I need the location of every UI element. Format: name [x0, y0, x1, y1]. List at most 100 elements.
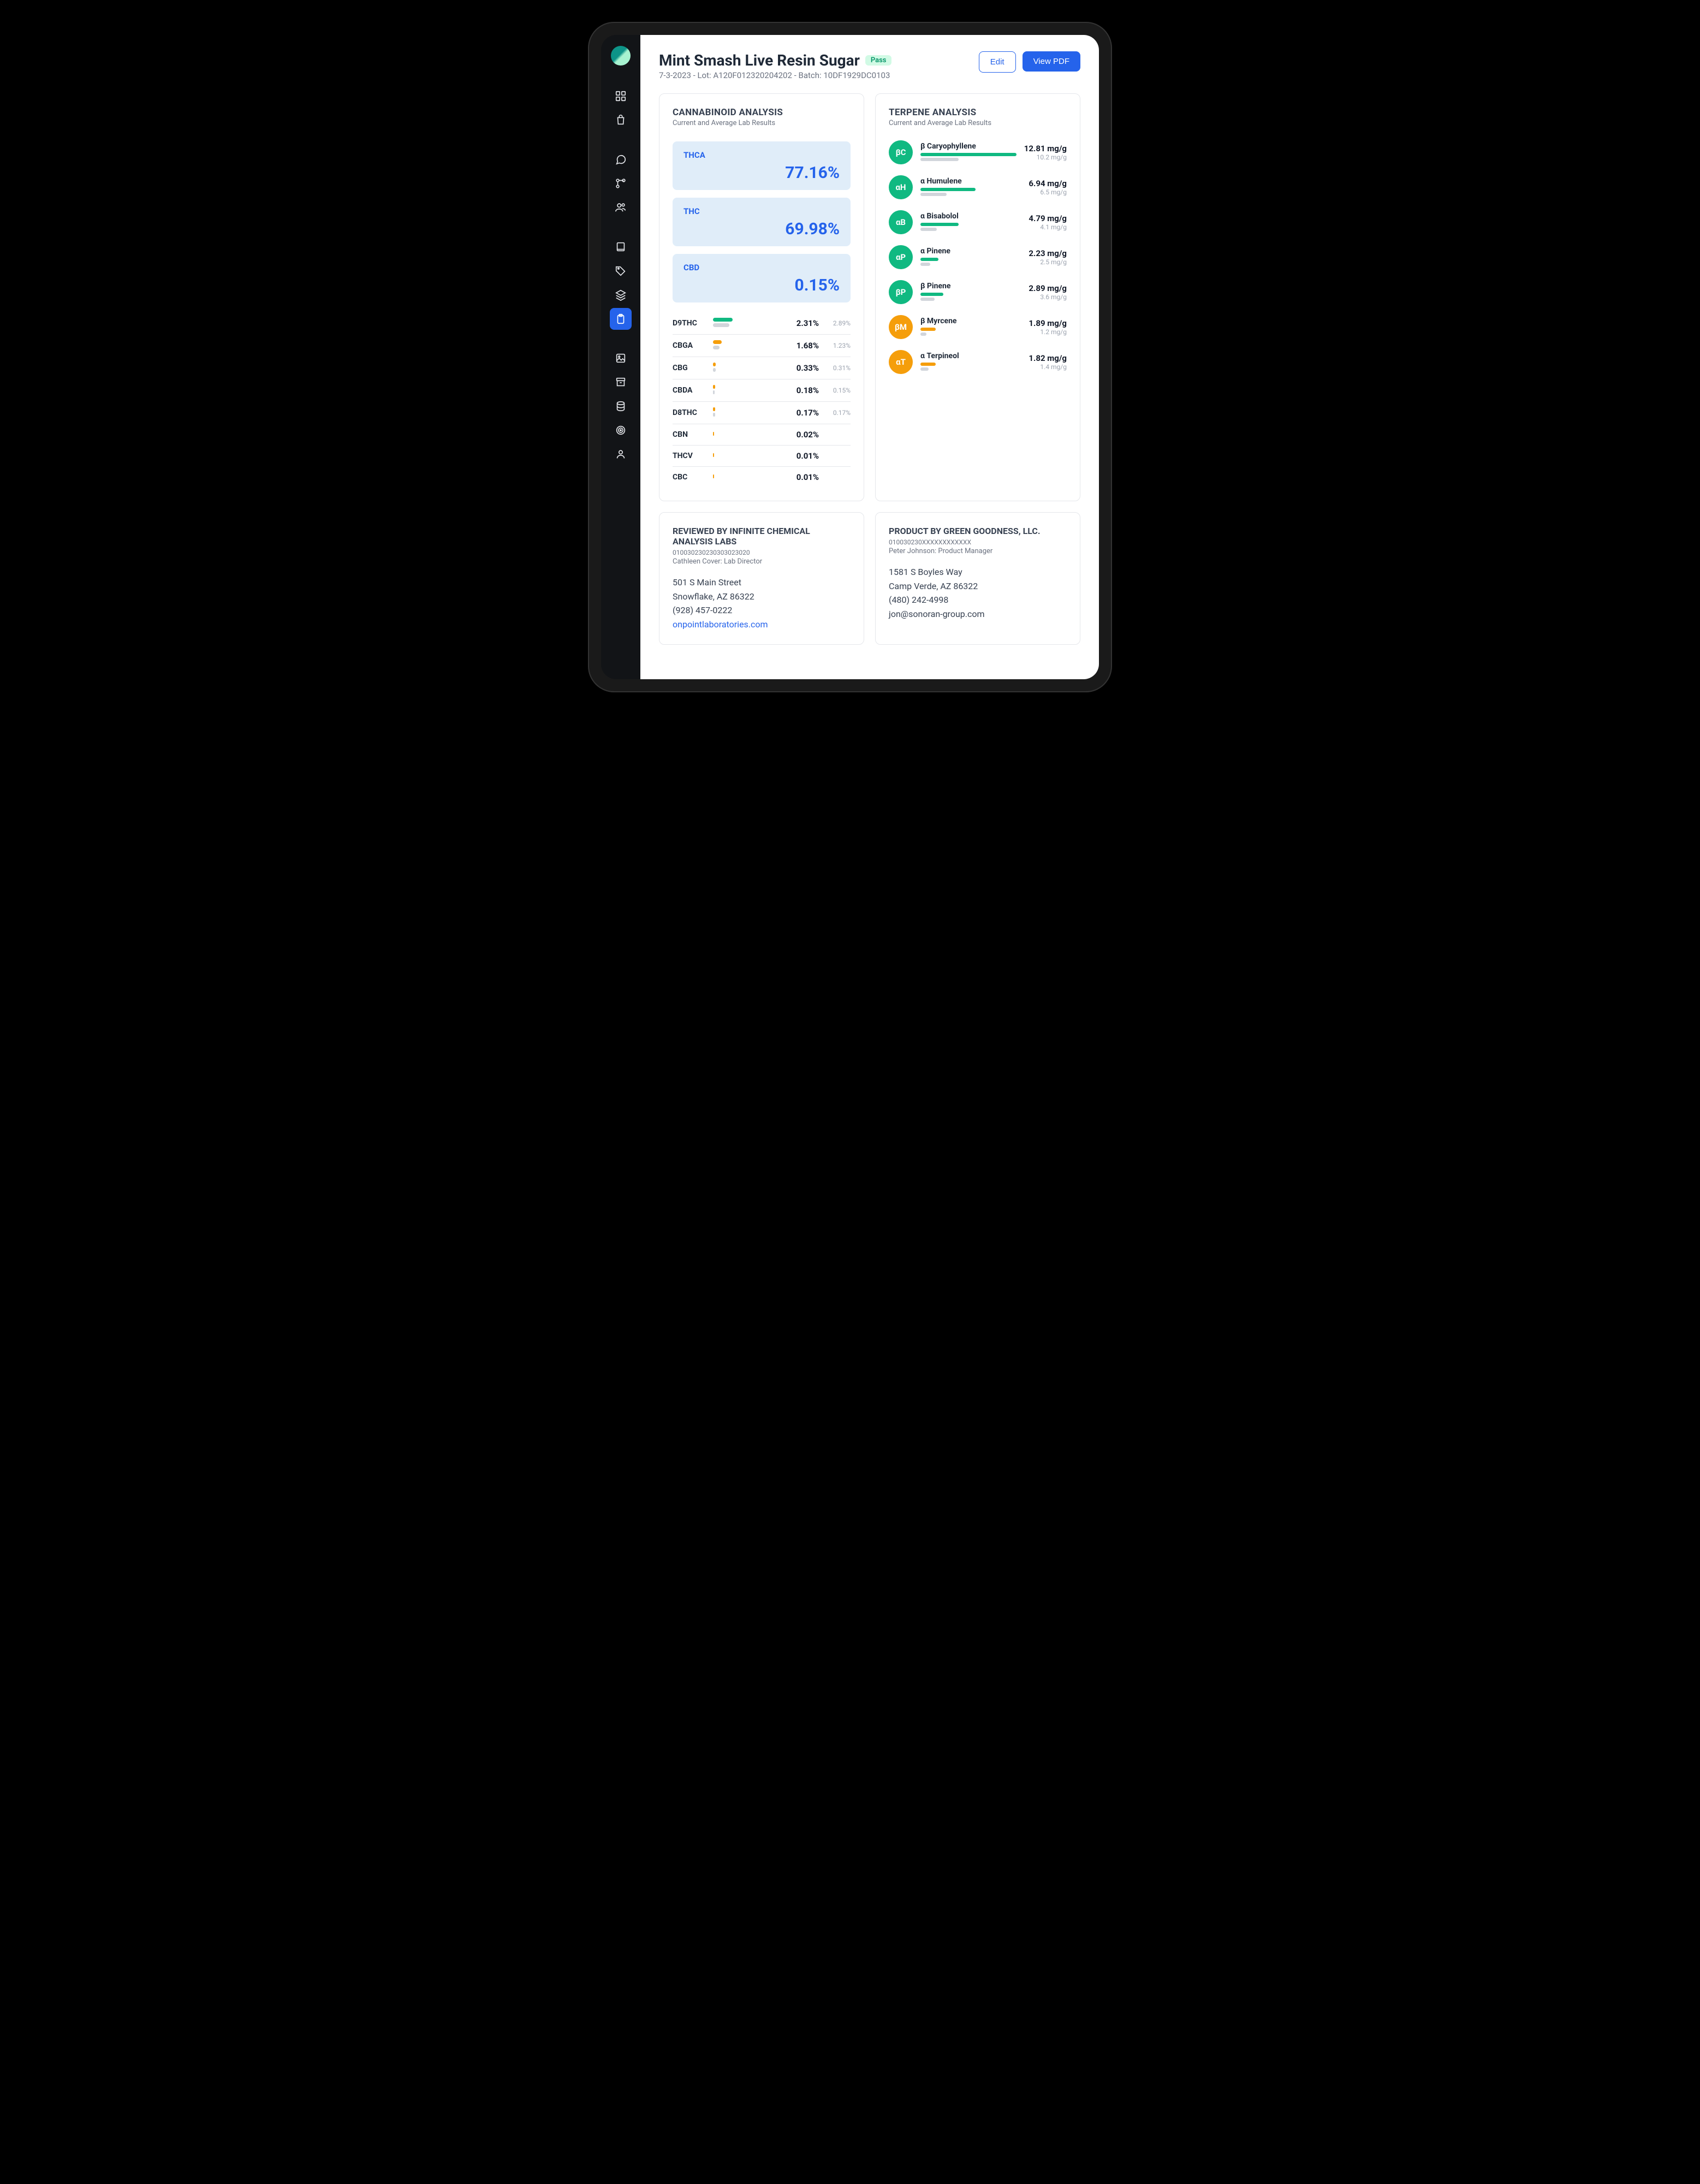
- cannabinoid-row-value: 0.18%: [749, 385, 819, 395]
- users-icon[interactable]: [610, 197, 632, 218]
- terpene-row-name: β Pinene: [920, 282, 1021, 290]
- nav-group-4: [610, 347, 632, 465]
- target-icon[interactable]: [610, 419, 632, 441]
- nav-group-2: [610, 149, 632, 218]
- terpene-row-value: 1.82 mg/g: [1029, 353, 1067, 363]
- app-logo[interactable]: [611, 46, 631, 66]
- primary-cannabinoid-value: 77.16%: [683, 163, 840, 182]
- terpene-row-bars: [920, 153, 1017, 161]
- cannabinoid-row: D9THC2.31%2.89%: [673, 312, 851, 335]
- terpene-row-bars: [920, 363, 1021, 371]
- cannabinoid-row-label: D8THC: [673, 408, 708, 417]
- cannabinoid-panel: CANNABINOID ANALYSIS Current and Average…: [659, 93, 864, 501]
- cannabinoid-row-bars: [713, 407, 744, 418]
- terpene-row: αHα Humulene6.94 mg/g6.5 mg/g: [889, 175, 1067, 199]
- cannabinoid-row-value: 0.01%: [749, 472, 819, 482]
- reviewer-code: 010030230230303023020: [673, 549, 851, 556]
- terpene-row: αPα Pinene2.23 mg/g2.5 mg/g: [889, 245, 1067, 269]
- terpene-row-name: β Myrcene: [920, 317, 1021, 325]
- cannabinoid-row-bars: [713, 340, 744, 351]
- image-icon[interactable]: [610, 347, 632, 369]
- terpene-panel: TERPENE ANALYSIS Current and Average Lab…: [875, 93, 1080, 501]
- terpene-row-avg: 2.5 mg/g: [1029, 258, 1067, 266]
- cannabinoid-row-avg: 0.15%: [824, 387, 851, 394]
- terpene-row-value: 6.94 mg/g: [1029, 179, 1067, 188]
- primary-cannabinoid-label: THCA: [683, 150, 840, 160]
- terpene-row: βP β Pinene 2.89 mg/g3.6 mg/g: [889, 280, 1067, 304]
- terpene-row: αBα Bisabolol4.79 mg/g4.1 mg/g: [889, 210, 1067, 234]
- primary-cannabinoid-card: CBD0.15%: [673, 254, 851, 302]
- layers-icon[interactable]: [610, 284, 632, 306]
- cannabinoid-title: CANNABINOID ANALYSIS: [673, 107, 851, 118]
- page-title: Mint Smash Live Resin Sugar: [659, 51, 860, 69]
- minor-cannabinoid-rows: D9THC2.31%2.89%CBGA1.68%1.23%CBG0.33%0.3…: [673, 312, 851, 488]
- dashboard-icon[interactable]: [610, 85, 632, 107]
- person-icon[interactable]: [610, 443, 632, 465]
- reviewer-phone: (928) 457-0222: [673, 603, 851, 618]
- terpene-row-name: α Terpineol: [920, 352, 1021, 360]
- terpene-row-value: 2.89 mg/g: [1029, 283, 1067, 293]
- bag-icon[interactable]: [610, 109, 632, 131]
- cannabinoid-row-label: CBDA: [673, 386, 708, 395]
- tag-icon[interactable]: [610, 260, 632, 282]
- terpene-row-avg: 3.6 mg/g: [1029, 293, 1067, 301]
- reviewer-panel: REVIEWED BY INFINITE CHEMICAL ANALYSIS L…: [659, 512, 864, 645]
- producer-person: Peter Johnson: Product Manager: [889, 547, 1067, 555]
- header-meta: 7-3-2023 - Lot: A120F012320204202 - Batc…: [659, 70, 972, 80]
- terpene-row-avg: 10.2 mg/g: [1024, 153, 1067, 161]
- cannabinoid-row-label: THCV: [673, 452, 708, 460]
- cannabinoid-row-value: 2.31%: [749, 318, 819, 328]
- terpene-abbr-icon: αP: [889, 245, 913, 269]
- cannabinoid-row: CBN0.02%: [673, 424, 851, 446]
- terpene-row-name: α Humulene: [920, 177, 1021, 186]
- primary-cannabinoid-card: THC69.98%: [673, 198, 851, 246]
- cannabinoid-row: D8THC 0.17% 0.17%: [673, 402, 851, 424]
- cannabinoid-row-label: CBC: [673, 473, 708, 482]
- cannabinoid-row-label: CBN: [673, 430, 708, 439]
- cannabinoid-row-bars: [713, 453, 744, 459]
- reviewer-link[interactable]: onpointlaboratories.com: [673, 618, 851, 632]
- branch-icon[interactable]: [610, 173, 632, 194]
- nav-group-1: [610, 85, 632, 131]
- producer-email[interactable]: jon@sonoran-group.com: [889, 607, 1067, 621]
- main-content: Mint Smash Live Resin Sugar Pass 7-3-202…: [640, 35, 1099, 679]
- terpene-abbr-icon: αT: [889, 350, 913, 374]
- cannabinoid-row-bars: [713, 432, 744, 437]
- cannabinoid-row: CBC 0.01%: [673, 467, 851, 488]
- producer-code: 010030230XXXXXXXXXXXX: [889, 538, 1067, 546]
- terpene-rows: βCβ Caryophyllene12.81 mg/g10.2 mg/gαHα …: [889, 140, 1067, 374]
- terpene-row-name: α Pinene: [920, 247, 1021, 256]
- terpene-abbr-icon: βP: [889, 280, 913, 304]
- reviewer-person: Cathleen Cover: Lab Director: [673, 557, 851, 566]
- edit-button[interactable]: Edit: [979, 51, 1016, 73]
- terpene-row-value: 12.81 mg/g: [1024, 144, 1067, 153]
- terpene-row-bars: [920, 223, 1021, 231]
- terpene-row: αTα Terpineol1.82 mg/g1.4 mg/g: [889, 350, 1067, 374]
- primary-cannabinoid-value: 0.15%: [683, 276, 840, 295]
- sidebar: [601, 35, 640, 679]
- cannabinoid-row: CBGA1.68%1.23%: [673, 335, 851, 357]
- nav-group-3: [610, 236, 632, 330]
- archive-icon[interactable]: [610, 371, 632, 393]
- cannabinoid-row-bars: [713, 474, 744, 480]
- view-pdf-button[interactable]: View PDF: [1023, 51, 1080, 72]
- terpene-abbr-icon: αB: [889, 210, 913, 234]
- database-icon[interactable]: [610, 395, 632, 417]
- cannabinoid-row-value: 0.17%: [749, 408, 819, 418]
- book-icon[interactable]: [610, 236, 632, 258]
- cannabinoid-row-value: 1.68%: [749, 341, 819, 351]
- cannabinoid-row-bars: [713, 363, 744, 373]
- screen: Mint Smash Live Resin Sugar Pass 7-3-202…: [601, 35, 1099, 679]
- cannabinoid-subtitle: Current and Average Lab Results: [673, 119, 851, 127]
- terpene-subtitle: Current and Average Lab Results: [889, 119, 1067, 127]
- producer-address-2: Camp Verde, AZ 86322: [889, 579, 1067, 594]
- cannabinoid-row-bars: [713, 385, 744, 396]
- cannabinoid-row-label: D9THC: [673, 319, 708, 328]
- clipboard-icon[interactable]: [610, 308, 632, 330]
- tablet-frame: Mint Smash Live Resin Sugar Pass 7-3-202…: [588, 22, 1112, 692]
- chat-icon[interactable]: [610, 149, 632, 170]
- primary-cannabinoid-card: THCA 77.16%: [673, 141, 851, 190]
- terpene-row-value: 1.89 mg/g: [1029, 318, 1067, 328]
- terpene-row-avg: 6.5 mg/g: [1029, 188, 1067, 196]
- cannabinoid-row-avg: 0.17%: [824, 409, 851, 417]
